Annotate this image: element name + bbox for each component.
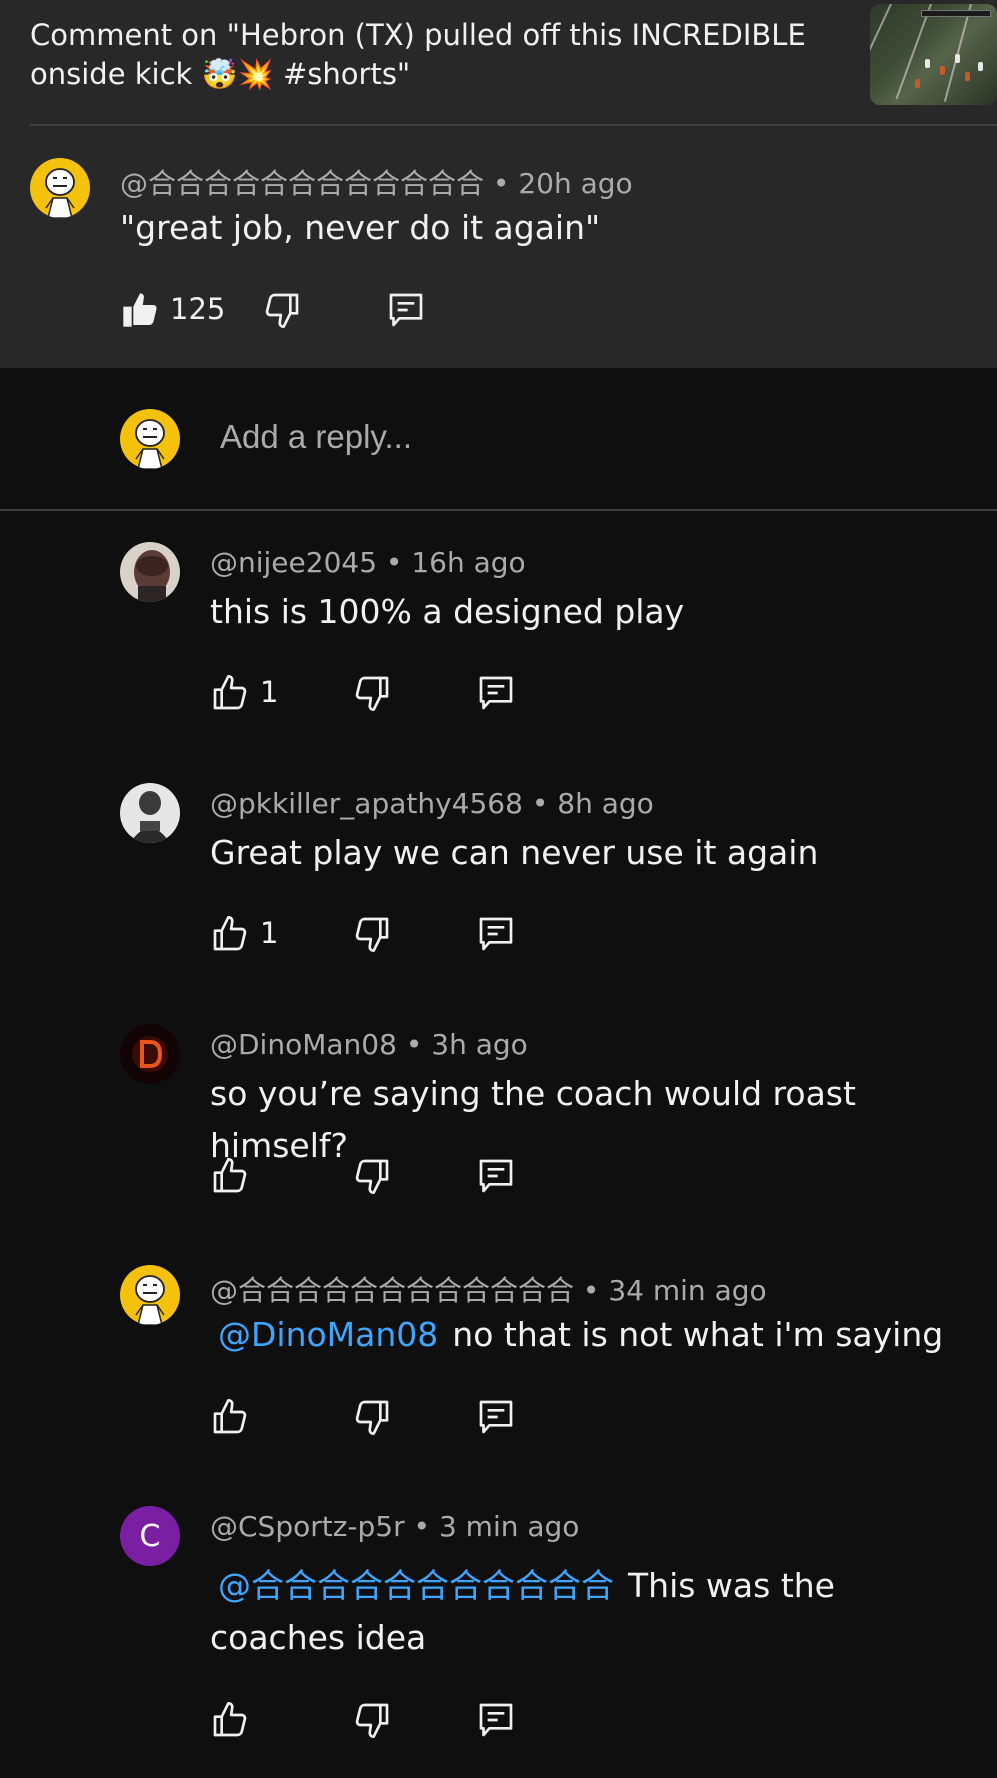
mention-link[interactable]: @合合合合合合合合合合合 [218, 1566, 614, 1605]
dislike-icon[interactable] [352, 673, 392, 713]
comment-time: 3 min ago [438, 1510, 580, 1543]
divider [0, 509, 997, 511]
like-icon[interactable] [210, 673, 250, 713]
header-divider [30, 124, 997, 126]
reply-icon[interactable] [476, 673, 516, 713]
comment-text: "great job, never do it again" [120, 208, 601, 247]
comment-author[interactable]: @pkkiller_apathy4568 [210, 787, 523, 820]
comment-time: 16h ago [411, 546, 526, 579]
reply-text: @DinoMan08 no that is not what i'm saying [218, 1315, 944, 1354]
avatar[interactable] [120, 1265, 180, 1325]
comment-time: 3h ago [431, 1028, 528, 1061]
like-count: 1 [260, 675, 279, 709]
reply-icon[interactable] [386, 290, 426, 330]
like-icon[interactable] [120, 290, 160, 330]
comment-author[interactable]: @合合合合合合合合合合合合 [120, 167, 484, 200]
reply-text: @合合合合合合合合合合合 This was the coaches idea [210, 1566, 835, 1657]
comment-author[interactable]: @CSportz-p5r [210, 1510, 405, 1543]
reply-text: Great play we can never use it again [210, 833, 819, 872]
dislike-icon[interactable] [352, 914, 392, 954]
like-icon[interactable] [210, 1700, 250, 1740]
reply-text: this is 100% a designed play [210, 592, 685, 631]
avatar [120, 409, 180, 469]
like-icon[interactable] [210, 1156, 250, 1196]
comment-time: 34 min ago [608, 1274, 767, 1307]
avatar[interactable] [30, 158, 90, 218]
reply-meta: @合合合合合合合合合合合合 • 34 min ago [210, 1274, 767, 1307]
reply-meta: @DinoMan08 • 3h ago [210, 1028, 528, 1061]
comment-time: 8h ago [557, 787, 654, 820]
video-thumbnail[interactable] [870, 4, 997, 105]
comment-meta: @合合合合合合合合合合合合 • 20h ago [120, 167, 633, 200]
avatar[interactable]: C [120, 1506, 180, 1566]
like-count: 125 [170, 292, 226, 326]
avatar[interactable] [120, 1024, 180, 1084]
page-title: Comment on "Hebron (TX) pulled off this … [30, 18, 806, 91]
like-icon[interactable] [210, 1397, 250, 1437]
reply-icon[interactable] [476, 914, 516, 954]
reply-icon[interactable] [476, 1700, 516, 1740]
dislike-icon[interactable] [352, 1700, 392, 1740]
avatar[interactable] [120, 542, 180, 602]
reply-meta: @CSportz-p5r • 3 min ago [210, 1510, 580, 1543]
reply-input[interactable] [220, 418, 920, 456]
reply-actions: 1 [210, 673, 530, 713]
dislike-icon[interactable] [352, 1397, 392, 1437]
mention-link[interactable]: @DinoMan08 [218, 1315, 438, 1354]
reply-actions [210, 1700, 530, 1740]
like-icon[interactable] [210, 914, 250, 954]
comment-author[interactable]: @nijee2045 [210, 546, 377, 579]
dislike-icon[interactable] [352, 1156, 392, 1196]
reply-actions: 1 [210, 914, 530, 954]
comment-actions: 125 [120, 290, 440, 330]
reply-meta: @nijee2045 • 16h ago [210, 546, 526, 579]
comment-author[interactable]: @DinoMan08 [210, 1028, 397, 1061]
reply-meta: @pkkiller_apathy4568 • 8h ago [210, 787, 654, 820]
reply-icon[interactable] [476, 1156, 516, 1196]
reply-icon[interactable] [476, 1397, 516, 1437]
like-count: 1 [260, 916, 279, 950]
reply-actions [210, 1156, 530, 1196]
comment-time: 20h ago [518, 167, 633, 200]
comment-author[interactable]: @合合合合合合合合合合合合 [210, 1274, 574, 1307]
avatar[interactable] [120, 783, 180, 843]
dislike-icon[interactable] [262, 290, 302, 330]
reply-actions [210, 1397, 530, 1437]
